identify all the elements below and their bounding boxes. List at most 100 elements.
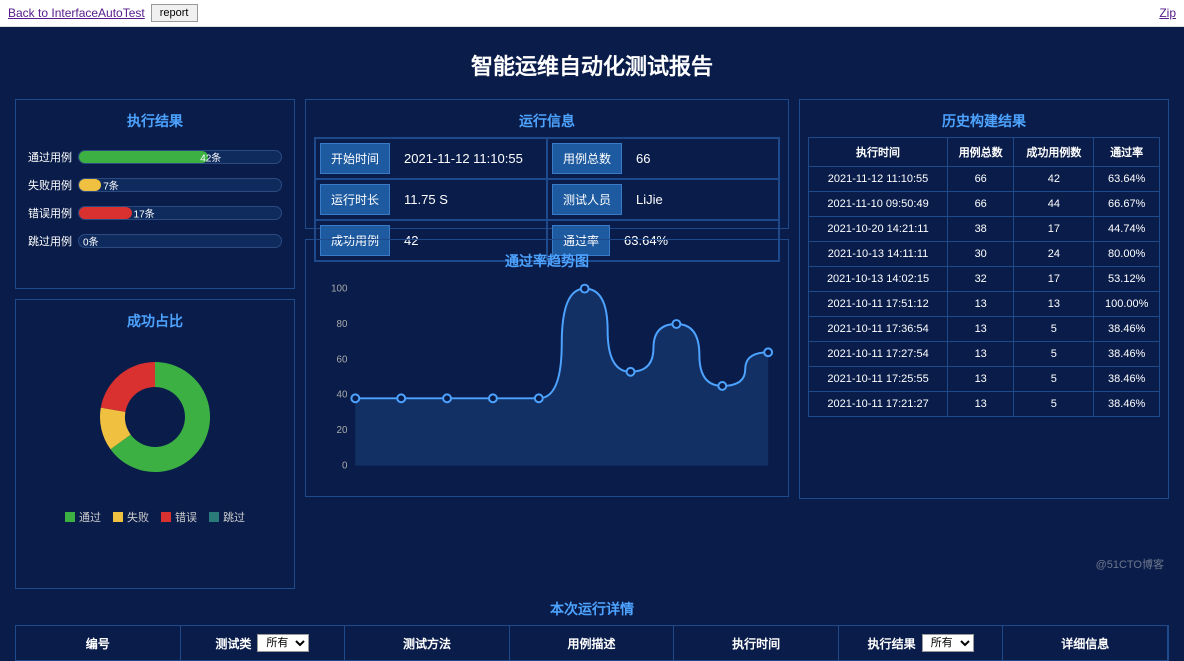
bar-text: 0条 xyxy=(83,234,99,249)
table-cell: 5 xyxy=(1014,367,1094,392)
run-info-panel: 运行信息 开始时间 2021-11-12 11:10:55用例总数 66 运行时长… xyxy=(305,99,789,229)
history-title: 历史构建结果 xyxy=(808,105,1160,137)
table-cell: 17 xyxy=(1014,217,1094,242)
detail-title: 本次运行详情 xyxy=(15,589,1169,625)
table-cell: 100.00% xyxy=(1094,292,1160,317)
table-cell: 38.46% xyxy=(1094,342,1160,367)
table-cell: 63.64% xyxy=(1094,167,1160,192)
table-cell: 38.46% xyxy=(1094,367,1160,392)
info-value: 66 xyxy=(626,151,650,166)
info-tag: 用例总数 xyxy=(552,143,622,174)
svg-text:20: 20 xyxy=(337,425,348,436)
legend-swatch xyxy=(113,512,123,522)
legend-item: 跳过 xyxy=(209,509,245,525)
table-cell: 2021-10-13 14:11:11 xyxy=(809,242,948,267)
detail-header-label: 用例描述 xyxy=(568,635,616,652)
detail-header-cell: 详细信息 xyxy=(1003,626,1168,660)
report-button[interactable]: report xyxy=(151,4,198,22)
table-cell: 66.67% xyxy=(1094,192,1160,217)
svg-text:80: 80 xyxy=(337,319,348,330)
table-cell: 5 xyxy=(1014,342,1094,367)
exec-title: 执行结果 xyxy=(28,105,282,137)
table-cell: 24 xyxy=(1014,242,1094,267)
svg-text:100: 100 xyxy=(331,284,348,295)
filter-select[interactable]: 所有 xyxy=(257,634,309,652)
trend-panel: 通过率趋势图 020406080100 xyxy=(305,239,789,497)
exec-bar-row: 跳过用例 0条 xyxy=(28,233,282,249)
page-title: 智能运维自动化测试报告 xyxy=(15,37,1169,99)
legend-item: 通过 xyxy=(65,509,101,525)
detail-header-label: 执行时间 xyxy=(732,635,780,652)
table-cell: 2021-10-11 17:27:54 xyxy=(809,342,948,367)
detail-header-label: 详细信息 xyxy=(1061,635,1109,652)
table-cell: 38.46% xyxy=(1094,317,1160,342)
back-link[interactable]: Back to InterfaceAutoTest xyxy=(8,6,145,20)
table-row: 2021-10-13 14:11:11302480.00% xyxy=(809,242,1160,267)
table-cell: 2021-11-12 11:10:55 xyxy=(809,167,948,192)
history-table: 执行时间用例总数成功用例数通过率 2021-11-12 11:10:556642… xyxy=(808,137,1160,417)
bar-label: 失败用例 xyxy=(28,177,72,193)
donut-chart xyxy=(75,337,235,497)
table-row: 2021-10-11 17:51:121313100.00% xyxy=(809,292,1160,317)
dashboard-container: 智能运维自动化测试报告 执行结果 通过用例 42条 失败用例 7条 错误用例 1… xyxy=(0,27,1184,661)
detail-section: 本次运行详情 编号测试类所有测试方法用例描述执行时间执行结果所有详细信息 xyxy=(15,589,1169,661)
table-row: 2021-11-12 11:10:55664263.64% xyxy=(809,167,1160,192)
bar-track: 0条 xyxy=(78,234,282,248)
history-panel: 历史构建结果 执行时间用例总数成功用例数通过率 2021-11-12 11:10… xyxy=(799,99,1169,499)
table-cell: 13 xyxy=(948,342,1014,367)
detail-header-cell: 执行结果所有 xyxy=(839,626,1004,660)
bar-text: 42条 xyxy=(200,150,221,165)
ratio-panel: 成功占比 通过 失败 错误跳过 xyxy=(15,299,295,589)
table-cell: 66 xyxy=(948,167,1014,192)
watermark: @51CTO博客 xyxy=(1096,556,1164,572)
info-cell: 运行时长 11.75 S xyxy=(315,179,547,220)
detail-header-cell: 执行时间 xyxy=(674,626,839,660)
legend-swatch xyxy=(209,512,219,522)
history-header-cell: 执行时间 xyxy=(809,138,948,167)
bar-text: 7条 xyxy=(103,178,119,193)
table-cell: 42 xyxy=(1014,167,1094,192)
svg-text:40: 40 xyxy=(337,390,348,401)
detail-header-label: 执行结果 xyxy=(868,635,916,652)
detail-header-label: 测试类 xyxy=(215,635,251,652)
table-cell: 2021-11-10 09:50:49 xyxy=(809,192,948,217)
history-header-cell: 成功用例数 xyxy=(1014,138,1094,167)
exec-bar-row: 通过用例 42条 xyxy=(28,149,282,165)
table-cell: 38 xyxy=(948,217,1014,242)
table-cell: 5 xyxy=(1014,392,1094,417)
bar-track: 17条 xyxy=(78,206,282,220)
table-cell: 13 xyxy=(948,392,1014,417)
table-cell: 30 xyxy=(948,242,1014,267)
info-cell: 开始时间 2021-11-12 11:10:55 xyxy=(315,138,547,179)
table-cell: 2021-10-11 17:36:54 xyxy=(809,317,948,342)
legend-label: 通过 xyxy=(79,509,101,525)
table-cell: 80.00% xyxy=(1094,242,1160,267)
svg-text:0: 0 xyxy=(342,461,348,472)
table-row: 2021-10-11 17:27:5413538.46% xyxy=(809,342,1160,367)
legend-label: 失败 xyxy=(127,509,149,525)
filter-select[interactable]: 所有 xyxy=(922,634,974,652)
ratio-title: 成功占比 xyxy=(26,305,284,337)
table-row: 2021-10-20 14:21:11381744.74% xyxy=(809,217,1160,242)
table-row: 2021-10-11 17:25:5513538.46% xyxy=(809,367,1160,392)
history-header-cell: 通过率 xyxy=(1094,138,1160,167)
zip-link[interactable]: Zip xyxy=(1159,6,1176,20)
table-row: 2021-10-11 17:36:5413538.46% xyxy=(809,317,1160,342)
detail-header-cell: 测试类所有 xyxy=(181,626,346,660)
info-title: 运行信息 xyxy=(314,105,780,137)
info-cell: 测试人员 LiJie xyxy=(547,179,779,220)
info-value: 2021-11-12 11:10:55 xyxy=(394,151,523,166)
table-cell: 13 xyxy=(1014,292,1094,317)
topbar: Back to InterfaceAutoTest report Zip xyxy=(0,0,1184,27)
trend-title: 通过率趋势图 xyxy=(316,245,778,277)
table-row: 2021-10-13 14:02:15321753.12% xyxy=(809,267,1160,292)
bar-label: 通过用例 xyxy=(28,149,72,165)
bar-text: 17条 xyxy=(134,206,155,221)
table-cell: 66 xyxy=(948,192,1014,217)
bar-track: 7条 xyxy=(78,178,282,192)
exec-bar-row: 错误用例 17条 xyxy=(28,205,282,221)
legend-swatch xyxy=(161,512,171,522)
bar-track: 42条 xyxy=(78,150,282,164)
legend-label: 错误 xyxy=(175,509,197,525)
table-cell: 2021-10-20 14:21:11 xyxy=(809,217,948,242)
